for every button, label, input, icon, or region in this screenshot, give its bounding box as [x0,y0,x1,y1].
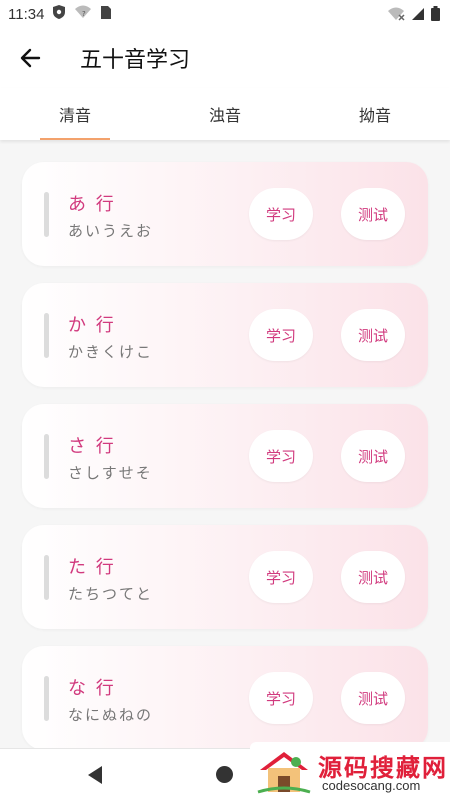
row-kana: なにぬねの [68,706,154,724]
tab-aoyin[interactable]: 拗音 [300,88,450,140]
signal-icon [411,7,425,25]
tab-label: 清音 [58,106,91,125]
app-bar: 五十音学习 [0,28,450,88]
learn-button[interactable]: 学习 [249,551,313,603]
tab-zhuoyin[interactable]: 浊音 [150,88,300,140]
test-button[interactable]: 测试 [341,551,405,603]
test-button[interactable]: 测试 [341,430,405,482]
row-title: た 行 [68,557,116,578]
row-kana: たちつてと [68,585,154,603]
tab-label: 拗音 [358,106,391,125]
wifi-question-icon: ? [74,5,92,23]
row-accent-bar [44,676,49,721]
learn-button[interactable]: 学习 [249,188,313,240]
shield-icon [52,4,66,24]
row-accent-bar [44,192,49,237]
test-button[interactable]: 测试 [341,672,405,724]
status-time: 11:34 [8,5,45,23]
row-kana: さしすせそ [68,464,153,482]
row-title: さ 行 [68,436,116,457]
row-kana: かきくけこ [68,343,154,361]
row-title: あ 行 [68,194,116,215]
row-title: か 行 [68,315,116,336]
kana-row-card: さ 行 さしすせそ 学习 测试 [22,404,428,508]
page-title: 五十音学习 [80,48,191,73]
status-bar: 11:34 ? [0,0,450,28]
tab-label: 浊音 [208,106,241,125]
watermark-brand-en: codesocang.com [322,778,421,793]
test-button[interactable]: 测试 [341,188,405,240]
triangle-back-icon[interactable] [86,765,104,785]
kana-row-card: あ 行 あいうえお 学习 测试 [22,162,428,266]
kana-row-list: あ 行 あいうえお 学习 测试 か 行 かきくけこ 学习 测试 さ 行 さしすせ… [22,162,428,767]
tab-bar: 清音 浊音 拗音 [0,88,450,140]
learn-button[interactable]: 学习 [249,672,313,724]
kana-row-card: か 行 かきくけこ 学习 测试 [22,283,428,387]
battery-icon [431,6,440,25]
kana-row-card: な 行 なにぬねの 学习 测试 [22,646,428,750]
wifi-off-icon [387,7,405,25]
svg-text:?: ? [82,10,86,18]
learn-button[interactable]: 学习 [249,430,313,482]
tab-qingyin[interactable]: 清音 [0,88,150,140]
tab-underline [40,138,110,140]
learn-button[interactable]: 学习 [249,309,313,361]
arrow-left-icon[interactable] [18,45,44,71]
house-logo-icon [256,748,312,796]
row-title: な 行 [68,678,116,699]
sim-card-icon [100,5,112,24]
row-kana: あいうえお [68,222,154,240]
row-accent-bar [44,313,49,358]
kana-row-card: た 行 たちつてと 学习 测试 [22,525,428,629]
row-accent-bar [44,555,49,600]
watermark-logo: 源码搜藏网 codesocang.com [250,742,450,800]
circle-home-icon[interactable] [216,766,233,783]
test-button[interactable]: 测试 [341,309,405,361]
row-accent-bar [44,434,49,479]
